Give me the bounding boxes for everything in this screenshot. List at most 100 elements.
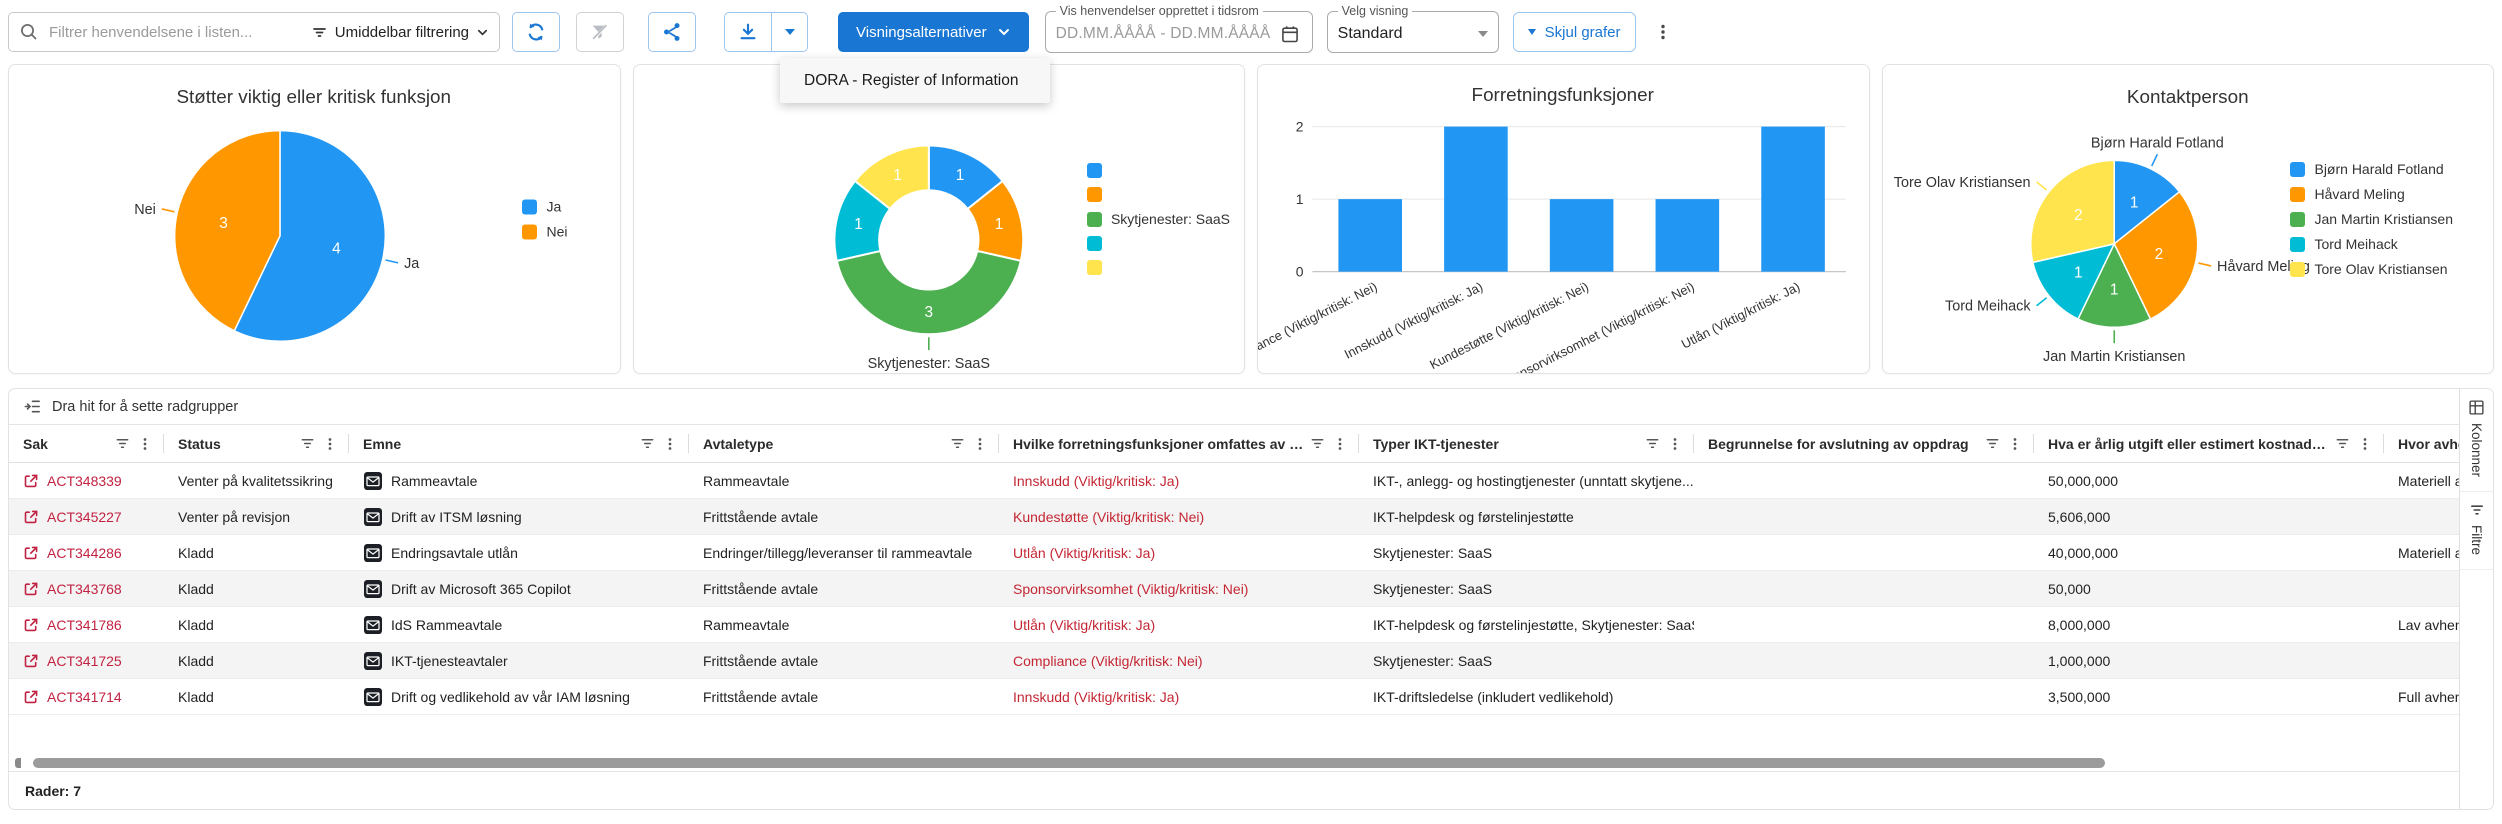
column-menu-icon[interactable] [663, 437, 677, 451]
column-filter-icon[interactable] [1310, 436, 1325, 451]
calendar-icon[interactable] [1280, 24, 1300, 44]
column-header-hvilke[interactable]: Hvilke forretningsfunksjoner omfattes av… [999, 425, 1359, 462]
column-header-avtaletype[interactable]: Avtaletype [689, 425, 999, 462]
chart-card-kontaktperson: Kontaktperson1Bjørn Harald Fotland2Håvar… [1882, 64, 2495, 374]
instant-filter-label: Umiddelbar filtrering [335, 24, 469, 41]
legend-swatch [1087, 236, 1102, 251]
column-menu-icon[interactable] [973, 437, 987, 451]
cell-begrunnelse [1694, 571, 2034, 606]
legend-item[interactable]: Bjørn Harald Fotland [2290, 161, 2453, 177]
legend-item[interactable] [1087, 236, 1230, 251]
date-range-field[interactable]: Vis henvendelser opprettet i tidsrom DD.… [1045, 7, 1313, 53]
sak-id[interactable]: ACT348339 [47, 473, 122, 489]
legend-item[interactable]: Jan Martin Kristiansen [2290, 211, 2453, 227]
table-row[interactable]: ACT341786KladdIdS RammeavtaleRammeavtale… [9, 607, 2459, 643]
menu-item-dora[interactable]: DORA - Register of Information [804, 72, 1019, 90]
table-row[interactable]: ACT344286KladdEndringsavtale utlånEndrin… [9, 535, 2459, 571]
legend-item[interactable]: Skytjenester: SaaS [1087, 211, 1230, 227]
filter-lines-icon [2469, 502, 2485, 518]
column-filter-icon[interactable] [1985, 436, 2000, 451]
column-menu-icon[interactable] [2008, 437, 2022, 451]
cell-sak[interactable]: ACT341714 [9, 679, 164, 714]
column-filter-icon[interactable] [115, 436, 130, 451]
column-header-begrunnelse[interactable]: Begrunnelse for avslutning av oppdrag [1694, 425, 2034, 462]
search-box[interactable]: Umiddelbar filtrering [8, 12, 500, 52]
svg-text:1: 1 [955, 167, 964, 184]
cell-sak[interactable]: ACT341725 [9, 643, 164, 678]
horizontal-scrollbar-thumb[interactable] [33, 758, 2105, 768]
share-button[interactable] [648, 12, 696, 52]
row-group-dropzone[interactable]: Dra hit for å sette radgrupper [9, 389, 2459, 425]
cell-avhengighet [2384, 571, 2459, 606]
grid-scroll-area: Sak Status EmneAvtaletypeHvilke forretning… [9, 425, 2459, 755]
column-menu-icon[interactable] [1333, 437, 1347, 451]
cell-sak[interactable]: ACT345227 [9, 499, 164, 534]
side-tab-filters[interactable]: Filtre [2460, 492, 2493, 570]
chevron-down-icon [476, 26, 489, 39]
table-row[interactable]: ACT343768KladdDrift av Microsoft 365 Cop… [9, 571, 2459, 607]
search-input[interactable] [47, 23, 311, 42]
column-header-sak[interactable]: Sak [9, 425, 164, 462]
column-menu-icon[interactable] [1668, 437, 1682, 451]
grid-status-bar: Rader: 7 [9, 771, 2459, 809]
sak-id[interactable]: ACT344286 [47, 545, 122, 561]
column-menu-icon[interactable] [323, 437, 337, 451]
column-filter-icon[interactable] [1645, 436, 1660, 451]
column-menu-icon[interactable] [138, 437, 152, 451]
legend-item[interactable]: Nei [522, 224, 567, 240]
column-filter-icon[interactable] [640, 436, 655, 451]
table-row[interactable]: ACT345227Venter på revisjonDrift av ITSM… [9, 499, 2459, 535]
cell-sak[interactable]: ACT341786 [9, 607, 164, 642]
side-tab-filters-label: Filtre [2469, 525, 2484, 555]
view-select[interactable]: Standard [1338, 25, 1488, 43]
legend-item[interactable]: Ja [522, 199, 567, 215]
hide-charts-button[interactable]: Skjul grafer [1513, 12, 1636, 52]
sak-id[interactable]: ACT341725 [47, 653, 122, 669]
cell-sak[interactable]: ACT344286 [9, 535, 164, 570]
svg-text:Utlån (Viktig/kritisk: Ja): Utlån (Viktig/kritisk: Ja) [1679, 279, 1803, 352]
date-range-placeholder[interactable]: DD.MM.ÅÅÅÅ - DD.MM.ÅÅÅÅ [1056, 25, 1271, 43]
caret-down-icon [1528, 29, 1536, 35]
instant-filter-dropdown[interactable]: Umiddelbar filtrering [311, 24, 489, 41]
sak-id[interactable]: ACT341714 [47, 689, 122, 705]
clear-filter-button[interactable] [576, 12, 624, 52]
column-header-hvor[interactable]: Hvor avhe [2384, 425, 2459, 462]
view-options-button[interactable]: Visningsalternativer [838, 12, 1029, 52]
download-button[interactable] [724, 12, 772, 52]
table-row[interactable]: ACT348339Venter på kvalitetssikringRamme… [9, 463, 2459, 499]
sak-id[interactable]: ACT345227 [47, 509, 122, 525]
table-row[interactable]: ACT341714KladdDrift og vedlikehold av vå… [9, 679, 2459, 715]
toolbar-more-button[interactable] [1646, 12, 1680, 52]
column-header-emne[interactable]: Emne [349, 425, 689, 462]
view-select-field[interactable]: Velg visning Standard [1327, 7, 1499, 53]
legend-item[interactable] [1087, 187, 1230, 202]
share-icon [661, 21, 683, 43]
column-header-label: Status [178, 436, 294, 452]
legend-item[interactable]: Tore Olav Kristiansen [2290, 261, 2453, 277]
cell-ikt-tjenester: IKT-helpdesk og førstelinjestøtte, Skytj… [1359, 607, 1694, 642]
column-filter-icon[interactable] [300, 436, 315, 451]
column-header-status[interactable]: Status [164, 425, 349, 462]
cell-status: Kladd [164, 571, 349, 606]
table-row[interactable]: ACT341725KladdIKT-tjenesteavtalerFrittst… [9, 643, 2459, 679]
sak-id[interactable]: ACT341786 [47, 617, 122, 633]
column-filter-icon[interactable] [2335, 436, 2350, 451]
horizontal-scrollbar-left-nub[interactable] [15, 758, 21, 768]
legend-item[interactable]: Tord Meihack [2290, 236, 2453, 252]
side-tab-columns[interactable]: Kolonner [2460, 389, 2493, 492]
column-menu-icon[interactable] [2358, 437, 2372, 451]
legend-item[interactable] [1087, 163, 1230, 178]
legend-item[interactable] [1087, 260, 1230, 275]
cell-sak[interactable]: ACT348339 [9, 463, 164, 498]
cell-sak[interactable]: ACT343768 [9, 571, 164, 606]
download-options-button[interactable] [772, 12, 808, 52]
legend-label: Jan Martin Kristiansen [2314, 211, 2453, 227]
sak-id[interactable]: ACT343768 [47, 581, 122, 597]
refresh-button[interactable] [512, 12, 560, 52]
column-header-hva[interactable]: Hva er årlig utgift eller estimert kostn… [2034, 425, 2384, 462]
column-filter-icon[interactable] [950, 436, 965, 451]
horizontal-scrollbar[interactable] [9, 755, 2459, 771]
column-header-typer[interactable]: Typer IKT-tjenester [1359, 425, 1694, 462]
cell-ikt-tjenester: IKT-helpdesk og førstelinjestøtte [1359, 499, 1694, 534]
legend-item[interactable]: Håvard Meling [2290, 186, 2453, 202]
